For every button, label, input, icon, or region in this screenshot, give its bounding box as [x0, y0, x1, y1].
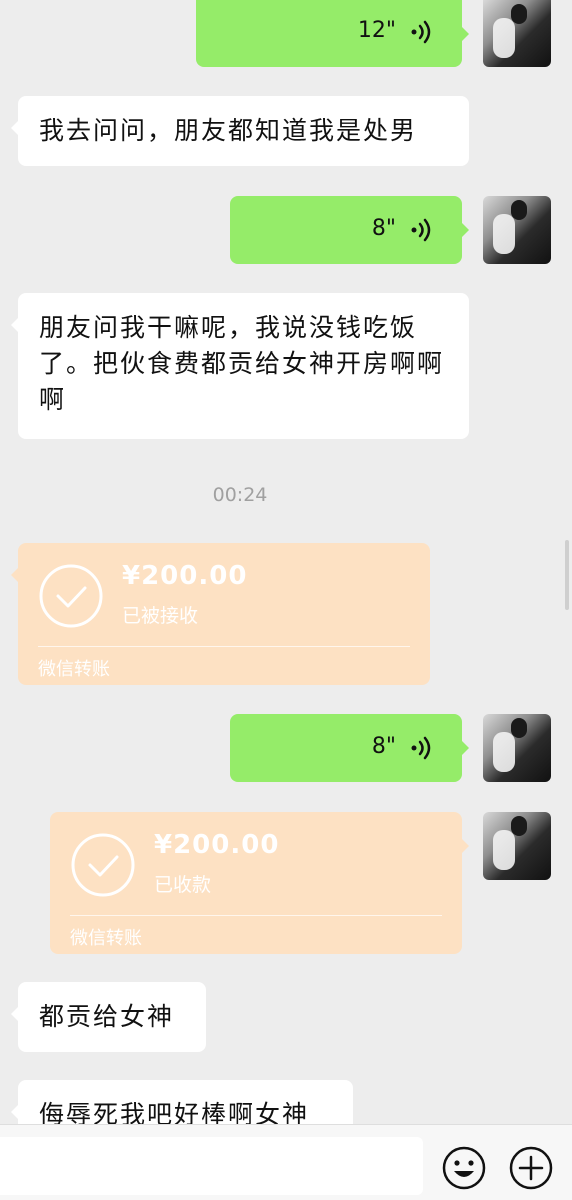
voice-message[interactable]: 8" [230, 714, 469, 782]
voice-message[interactable]: 12" [196, 0, 469, 67]
transfer-card[interactable]: ¥200.00 已收款 微信转账 [50, 812, 469, 954]
voice-wave-icon [411, 218, 431, 242]
transfer-label: 微信转账 [70, 928, 142, 949]
incoming-message[interactable]: 侮辱死我吧好棒啊女神 [11, 1080, 353, 1124]
plus-circle-icon[interactable] [508, 1145, 554, 1191]
incoming-message[interactable]: 朋友问我干嘛呢，我说没钱吃饭了。把伙食费都贡给女神开房啊啊啊 [11, 293, 469, 439]
divider [38, 646, 410, 647]
transfer-amount: ¥200.00 [154, 830, 280, 860]
incoming-message[interactable]: 我去问问，朋友都知道我是处男 [11, 96, 469, 166]
emoji-icon[interactable] [441, 1145, 487, 1191]
check-circle-icon [39, 564, 103, 628]
voice-message[interactable]: 8" [230, 196, 469, 264]
divider [70, 915, 442, 916]
input-bar [0, 1124, 572, 1200]
avatar[interactable] [483, 714, 551, 782]
transfer-label: 微信转账 [38, 659, 110, 680]
check-circle-icon [71, 833, 135, 897]
voice-duration: 8" [371, 216, 396, 241]
voice-wave-icon [411, 20, 431, 44]
message-text: 侮辱死我吧好棒啊女神 [39, 1100, 310, 1124]
message-input[interactable] [0, 1137, 423, 1195]
incoming-message[interactable]: 都贡给女神 [11, 982, 206, 1052]
transfer-card[interactable]: ¥200.00 已被接收 微信转账 [11, 543, 430, 685]
avatar[interactable] [483, 196, 551, 264]
timestamp: 00:24 [212, 484, 268, 506]
message-text: 朋友问我干嘛呢，我说没钱吃饭了。把伙食费都贡给女神开房啊啊啊 [39, 313, 445, 414]
voice-duration: 12" [357, 18, 396, 43]
avatar[interactable] [483, 0, 551, 67]
transfer-status: 已收款 [154, 874, 212, 896]
voice-duration: 8" [371, 734, 396, 759]
message-text: 都贡给女神 [39, 1002, 175, 1031]
avatar[interactable] [483, 812, 551, 880]
message-text: 我去问问，朋友都知道我是处男 [39, 116, 418, 145]
voice-wave-icon [411, 736, 431, 760]
transfer-status: 已被接收 [122, 605, 199, 627]
scrollbar[interactable] [565, 540, 569, 610]
transfer-amount: ¥200.00 [122, 561, 248, 591]
chat-area[interactable]: 12" 我去问问，朋友都知道我是处男 8" 朋友问我干嘛呢，我说没钱吃饭了。把伙… [0, 0, 572, 1124]
